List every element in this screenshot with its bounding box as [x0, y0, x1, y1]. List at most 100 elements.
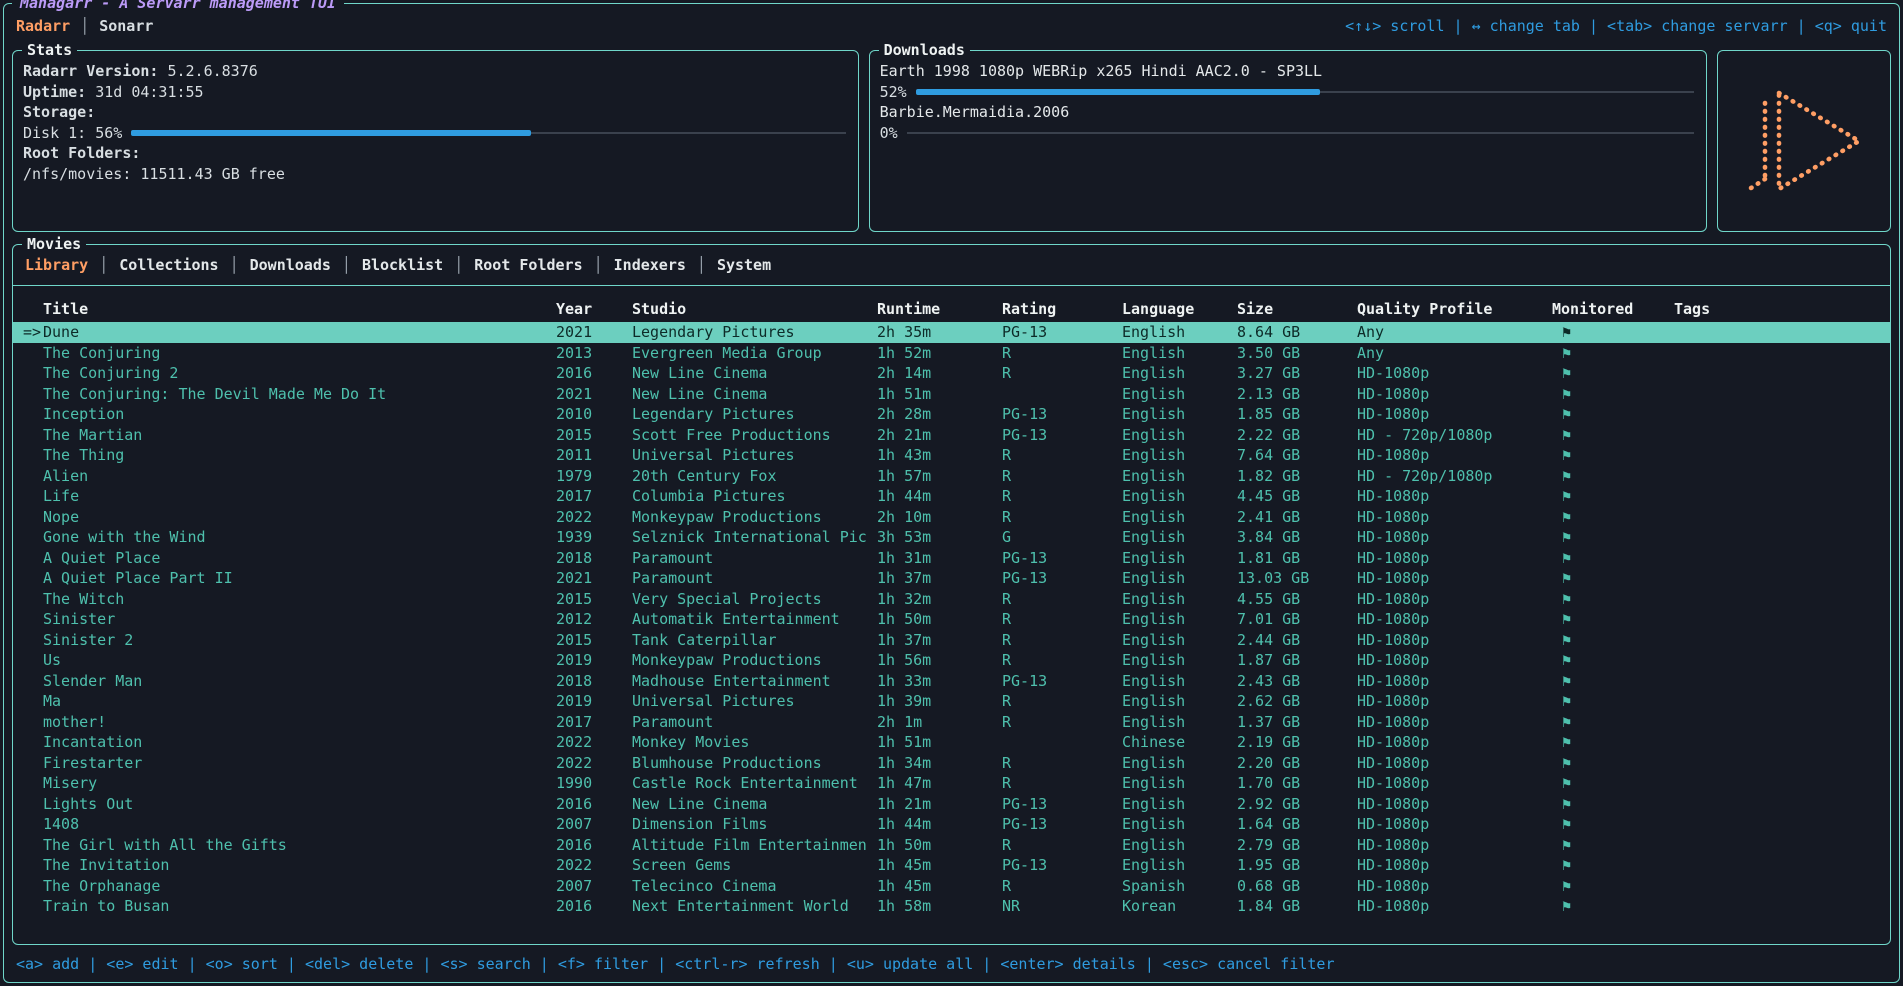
table-row[interactable]: Misery 1990 Castle Rock Entertainment 1h…: [13, 773, 1890, 794]
table-row[interactable]: The Invitation 2022 Screen Gems 1h 45m P…: [13, 855, 1890, 876]
header-year[interactable]: Year: [556, 299, 632, 319]
cell-language: Korean: [1122, 896, 1237, 916]
table-row[interactable]: The Conjuring 2 2016 New Line Cinema 2h …: [13, 363, 1890, 384]
cell-rating: R: [1002, 609, 1122, 629]
cell-runtime: 1h 44m: [877, 486, 1002, 506]
monitored-icon: ⚑: [1552, 507, 1674, 527]
monitored-icon: ⚑: [1552, 671, 1674, 691]
table-row[interactable]: Sinister 2 2015 Tank Caterpillar 1h 37m …: [13, 630, 1890, 651]
monitored-icon: ⚑: [1552, 814, 1674, 834]
header-studio[interactable]: Studio: [632, 299, 877, 319]
header-size[interactable]: Size: [1237, 299, 1357, 319]
table-row[interactable]: Lights Out 2016 New Line Cinema 1h 21m P…: [13, 794, 1890, 815]
table-row[interactable]: Nope 2022 Monkeypaw Productions 2h 10m R…: [13, 507, 1890, 528]
header-language[interactable]: Language: [1122, 299, 1237, 319]
table-row[interactable]: The Conjuring: The Devil Made Me Do It 2…: [13, 384, 1890, 405]
header-title[interactable]: Title: [43, 299, 556, 319]
header-tags[interactable]: Tags: [1674, 299, 1890, 319]
cell-title: Sinister 2: [43, 630, 556, 650]
downloads-panel: Downloads Earth 1998 1080p WEBRip x265 H…: [869, 50, 1707, 232]
cell-language: Spanish: [1122, 876, 1237, 896]
table-row[interactable]: The Orphanage 2007 Telecinco Cinema 1h 4…: [13, 876, 1890, 897]
cell-title: Misery: [43, 773, 556, 793]
cell-size: 1.82 GB: [1237, 466, 1357, 486]
cell-title: Life: [43, 486, 556, 506]
download-item-name: Earth 1998 1080p WEBRip x265 Hindi AAC2.…: [880, 61, 1694, 82]
cell-quality-profile: HD-1080p: [1357, 732, 1552, 752]
table-row[interactable]: The Conjuring 2013 Evergreen Media Group…: [13, 343, 1890, 364]
cell-runtime: 3h 53m: [877, 527, 1002, 547]
downloads-list: Earth 1998 1080p WEBRip x265 Hindi AAC2.…: [880, 61, 1694, 143]
tab-sonarr[interactable]: Sonarr: [99, 16, 153, 36]
cell-quality-profile: HD-1080p: [1357, 691, 1552, 711]
table-row[interactable]: The Martian 2015 Scott Free Productions …: [13, 425, 1890, 446]
header-monitored[interactable]: Monitored: [1552, 299, 1674, 319]
cell-year: 2019: [556, 691, 632, 711]
table-row[interactable]: Sinister 2012 Automatik Entertainment 1h…: [13, 609, 1890, 630]
header-quality-profile[interactable]: Quality Profile: [1357, 299, 1552, 319]
table-row[interactable]: Firestarter 2022 Blumhouse Productions 1…: [13, 753, 1890, 774]
table-row[interactable]: The Girl with All the Gifts 2016 Altitud…: [13, 835, 1890, 856]
cell-runtime: 1h 43m: [877, 445, 1002, 465]
tab-blocklist[interactable]: Blocklist: [362, 255, 443, 275]
monitored-icon: ⚑: [1552, 466, 1674, 486]
cell-quality-profile: HD - 720p/1080p: [1357, 466, 1552, 486]
tab-system[interactable]: System: [717, 255, 771, 275]
tab-library[interactable]: Library: [25, 255, 88, 275]
cell-year: 2022: [556, 855, 632, 875]
table-row[interactable]: Ma 2019 Universal Pictures 1h 39m R Engl…: [13, 691, 1890, 712]
monitored-icon: ⚑: [1552, 876, 1674, 896]
header-runtime[interactable]: Runtime: [877, 299, 1002, 319]
tab-indexers[interactable]: Indexers: [614, 255, 686, 275]
cell-quality-profile: HD-1080p: [1357, 548, 1552, 568]
tab-radarr[interactable]: Radarr: [16, 16, 70, 36]
cell-year: 2016: [556, 794, 632, 814]
cell-runtime: 2h 1m: [877, 712, 1002, 732]
table-row[interactable]: Gone with the Wind 1939 Selznick Interna…: [13, 527, 1890, 548]
table-row[interactable]: The Witch 2015 Very Special Projects 1h …: [13, 589, 1890, 610]
header-rating[interactable]: Rating: [1002, 299, 1122, 319]
table-row[interactable]: Inception 2010 Legendary Pictures 2h 28m…: [13, 404, 1890, 425]
cell-language: English: [1122, 445, 1237, 465]
cell-studio: Tank Caterpillar: [632, 630, 877, 650]
cell-title: Firestarter: [43, 753, 556, 773]
cell-size: 2.62 GB: [1237, 691, 1357, 711]
monitored-icon: ⚑: [1552, 568, 1674, 588]
cell-title: Inception: [43, 404, 556, 424]
table-row[interactable]: Train to Busan 2016 Next Entertainment W…: [13, 896, 1890, 917]
monitored-icon: ⚑: [1552, 425, 1674, 445]
bottom-keybinding-hints: <a> add | <e> edit | <o> sort | <del> de…: [12, 945, 1891, 974]
table-row[interactable]: 1408 2007 Dimension Films 1h 44m PG-13 E…: [13, 814, 1890, 835]
tab-root-folders[interactable]: Root Folders: [474, 255, 582, 275]
cell-language: English: [1122, 322, 1237, 342]
cell-quality-profile: HD-1080p: [1357, 589, 1552, 609]
table-row[interactable]: Life 2017 Columbia Pictures 1h 44m R Eng…: [13, 486, 1890, 507]
download-item-name: Barbie.Mermaidia.2006: [880, 102, 1694, 123]
table-row[interactable]: A Quiet Place 2018 Paramount 1h 31m PG-1…: [13, 548, 1890, 569]
cell-language: Chinese: [1122, 732, 1237, 752]
progress-fill: [916, 89, 1321, 95]
table-row[interactable]: A Quiet Place Part II 2021 Paramount 1h …: [13, 568, 1890, 589]
cell-size: 1.85 GB: [1237, 404, 1357, 424]
table-row[interactable]: Alien 1979 20th Century Fox 1h 57m R Eng…: [13, 466, 1890, 487]
cell-size: 2.92 GB: [1237, 794, 1357, 814]
tab-collections[interactable]: Collections: [119, 255, 218, 275]
tab-downloads[interactable]: Downloads: [250, 255, 331, 275]
table-row[interactable]: The Thing 2011 Universal Pictures 1h 43m…: [13, 445, 1890, 466]
cell-studio: Monkeypaw Productions: [632, 507, 877, 527]
table-row[interactable]: Slender Man 2018 Madhouse Entertainment …: [13, 671, 1890, 692]
cell-runtime: 1h 44m: [877, 814, 1002, 834]
cell-language: English: [1122, 671, 1237, 691]
table-row[interactable]: => Dune 2021 Legendary Pictures 2h 35m P…: [13, 322, 1890, 343]
cell-size: 2.20 GB: [1237, 753, 1357, 773]
cell-rating: PG-13: [1002, 404, 1122, 424]
cell-rating: R: [1002, 773, 1122, 793]
table-row[interactable]: mother! 2017 Paramount 2h 1m R English 1…: [13, 712, 1890, 733]
movies-panel-title: Movies: [22, 234, 86, 254]
cell-studio: Madhouse Entertainment: [632, 671, 877, 691]
table-row[interactable]: Incantation 2022 Monkey Movies 1h 51m Ch…: [13, 732, 1890, 753]
cell-size: 1.87 GB: [1237, 650, 1357, 670]
selection-arrow: =>: [13, 322, 43, 342]
table-row[interactable]: Us 2019 Monkeypaw Productions 1h 56m R E…: [13, 650, 1890, 671]
monitored-icon: ⚑: [1552, 404, 1674, 424]
